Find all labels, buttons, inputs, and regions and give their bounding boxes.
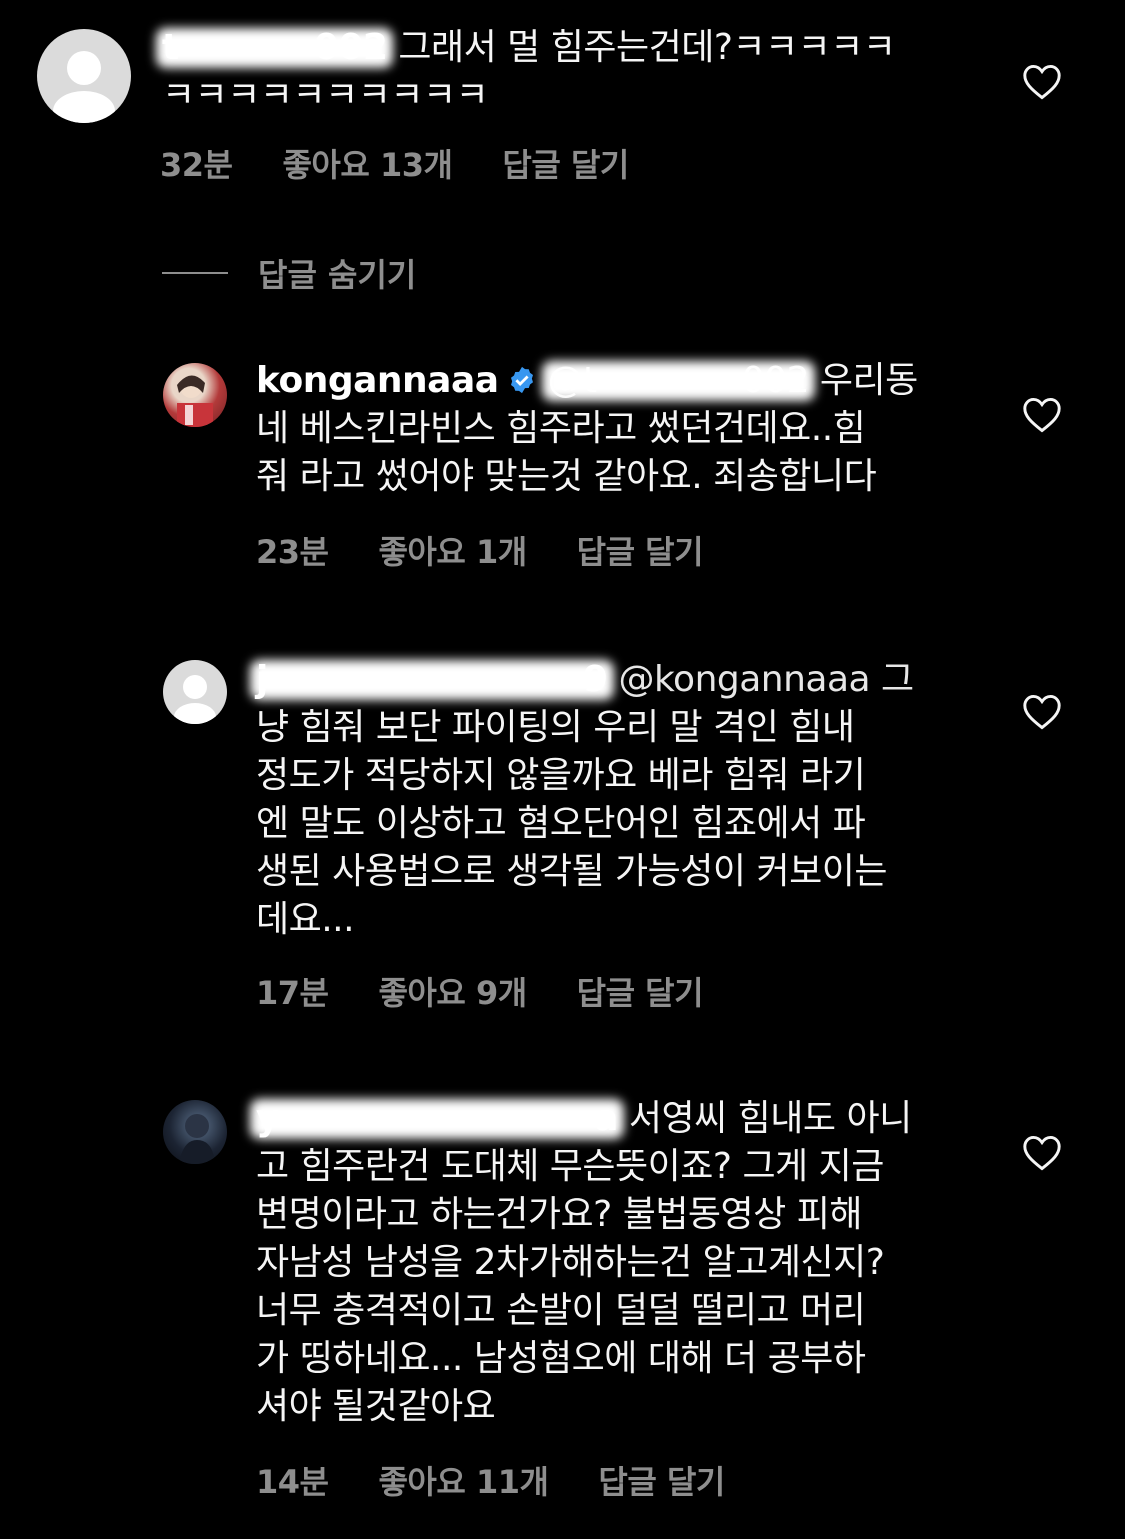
comment-text-line: 셔야 될것같아요: [256, 1386, 496, 1427]
comment-text-line1: 그래서 멀 힘주는건데?ㅋㅋㅋㅋㅋ: [387, 27, 896, 68]
comment-time: 23분: [256, 533, 329, 571]
heart-outline-icon[interactable]: [1022, 64, 1062, 100]
comment-body: y••••••••••••••a 서영씨 힘내도 아니 고 힘주란건 도대체 무…: [256, 1095, 976, 1431]
comment-text-line1: 우리동: [808, 360, 918, 401]
comment-text-line: 너무 충격적이고 손발이 덜덜 떨리고 머리: [256, 1290, 866, 1331]
divider: [162, 272, 228, 274]
comment-text-line3: 줘 라고 썼어야 맞는것 같아요. 죄송합니다: [256, 456, 877, 497]
comment-username[interactable]: t••••••002: [162, 24, 388, 72]
comment-text-line: 변명이라고 하는건가요? 불법동영상 피해: [256, 1194, 862, 1235]
comment-text-line: 가 띵하네요... 남성혐오에 대해 더 공부하: [256, 1338, 866, 1379]
comment-time: 14분: [256, 1463, 329, 1501]
heart-outline-icon[interactable]: [1022, 397, 1062, 433]
mention-link[interactable]: @kongannaaa 그: [608, 659, 914, 700]
avatar[interactable]: [163, 363, 227, 427]
comment-time: 17분: [256, 974, 329, 1012]
comment-meta: 17분 좋아요 9개 답글 달기: [256, 968, 704, 1014]
comment-text-line: 생된 사용법으로 생각될 가능성이 커보이는: [256, 851, 887, 892]
mention-link[interactable]: @t•••••••002: [548, 357, 810, 405]
comment-text-line2: 네 베스킨라빈스 힘주라고 썼던건데요..힘: [256, 408, 866, 449]
comment-meta: 23분 좋아요 1개 답글 달기: [256, 527, 704, 573]
reply-button[interactable]: 답글 달기: [577, 527, 704, 573]
comment-text-line1: 서영씨 힘내도 아니: [617, 1098, 912, 1139]
avatar[interactable]: [163, 660, 227, 724]
comment-body: t••••••002 그래서 멀 힘주는건데?ㅋㅋㅋㅋㅋ ㅋㅋㅋㅋㅋㅋㅋㅋㅋㅋ: [162, 24, 982, 120]
heart-outline-icon[interactable]: [1022, 1135, 1062, 1171]
reply-button[interactable]: 답글 달기: [577, 968, 704, 1014]
comment-likes[interactable]: 좋아요 9개: [378, 968, 527, 1014]
comment-body: kongannaaa @t•••••••002 우리동 네 베스킨라빈스 힘주라…: [256, 357, 976, 501]
hide-replies-button[interactable]: 답글 숨기기: [162, 250, 416, 296]
comment-time: 32분: [160, 146, 233, 184]
profile-photo-icon: [179, 1114, 215, 1164]
comment-text-line: 정도가 적당하지 않을까요 베라 힘줘 라기: [256, 755, 866, 796]
avatar[interactable]: [163, 1100, 227, 1164]
comment-meta: 32분 좋아요 13개 답글 달기: [160, 140, 629, 186]
heart-outline-icon[interactable]: [1022, 694, 1062, 730]
comment-username[interactable]: y••••••••••••••a: [256, 1095, 618, 1143]
default-avatar-icon: [67, 51, 101, 85]
default-avatar-shoulders: [53, 91, 115, 123]
reply-button[interactable]: 답글 달기: [502, 140, 629, 186]
comment-body: j••••••••••••••9 @kongannaaa 그 냥 힘줘 보단 파…: [256, 656, 976, 944]
comment-meta: 14분 좋아요 11개 답글 달기: [256, 1457, 725, 1503]
hide-replies-label: 답글 숨기기: [258, 256, 417, 294]
default-avatar-shoulders: [174, 703, 216, 724]
comment-text-line: 데요...: [256, 899, 355, 940]
comment-text-line: 고 힘주란건 도대체 무슨뜻이죠? 그게 지금: [256, 1146, 884, 1187]
profile-photo-icon: [177, 375, 213, 427]
comment-username[interactable]: j••••••••••••••9: [256, 656, 608, 704]
comment-text-line: 냥 힘줘 보단 파이팅의 우리 말 격인 힘내: [256, 707, 855, 748]
comment-username[interactable]: kongannaaa: [256, 360, 499, 401]
verified-badge-icon: [510, 366, 533, 394]
comment-likes[interactable]: 좋아요 13개: [282, 140, 452, 186]
avatar[interactable]: [37, 29, 131, 123]
comment-text-line: 자남성 남성을 2차가해하는건 알고계신지?: [256, 1242, 885, 1283]
comment-likes[interactable]: 좋아요 11개: [378, 1457, 548, 1503]
reply-button[interactable]: 답글 달기: [598, 1457, 725, 1503]
default-avatar-icon: [183, 675, 207, 699]
comment-text-line2: ㅋㅋㅋㅋㅋㅋㅋㅋㅋㅋ: [162, 75, 489, 116]
comment-likes[interactable]: 좋아요 1개: [378, 527, 527, 573]
comment-text-line: 엔 말도 이상하고 혐오단어인 힘죠에서 파: [256, 803, 866, 844]
